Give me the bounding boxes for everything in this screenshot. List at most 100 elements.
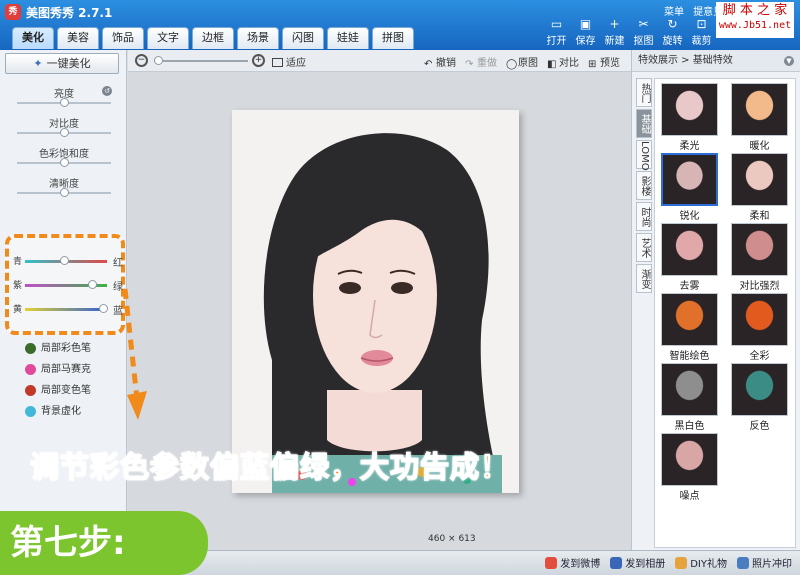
color-slider-1[interactable]: 青红: [13, 254, 123, 269]
vtab-3[interactable]: LOMO: [636, 140, 652, 171]
edit-button-4[interactable]: ◧ 对比: [547, 54, 579, 70]
effects-breadcrumb: 特效展示 > 基础特效 ▼: [632, 50, 800, 72]
brush-item-4[interactable]: 背景虚化: [25, 401, 91, 422]
tab-1[interactable]: 美化: [12, 27, 54, 49]
slider-knob[interactable]: [60, 188, 69, 197]
edit-button-2[interactable]: ↷ 重做: [465, 54, 497, 70]
tool-button-6[interactable]: ⊡ 裁剪: [687, 16, 716, 47]
edit-button-label: 撤销: [436, 58, 456, 69]
toolbar: ▭ 打开 ▣ 保存 + 新建 ✂ 抠图 ↻ 旋转 ⊡ 裁剪: [542, 16, 716, 47]
adjust-slider-4[interactable]: [17, 188, 111, 197]
color-slider-knob[interactable]: [60, 256, 70, 265]
color-slider-knob[interactable]: [88, 280, 98, 289]
brush-item-3[interactable]: 局部变色笔: [25, 380, 91, 401]
effect-thumb-10[interactable]: 反色: [731, 363, 788, 432]
tab-4[interactable]: 文字: [147, 27, 189, 49]
vtab-1[interactable]: 热门: [636, 78, 652, 107]
vtab-4[interactable]: 影楼: [636, 171, 652, 200]
brush-label: 背景虚化: [41, 406, 81, 417]
zoom-slider[interactable]: [154, 56, 248, 65]
brush-list: 局部彩色笔局部马赛克局部变色笔背景虚化: [25, 338, 91, 422]
image-dimensions: 460 × 613: [428, 534, 476, 544]
tool-label: 裁剪: [691, 36, 712, 47]
zoom-in-icon[interactable]: +: [252, 54, 265, 67]
status-link-2[interactable]: 发到相册: [610, 555, 665, 570]
tool-label: 旋转: [662, 36, 683, 47]
tool-button-2[interactable]: ▣ 保存: [571, 16, 600, 47]
effect-thumb-3[interactable]: 锐化: [661, 153, 718, 222]
zoom-slider-knob[interactable]: [154, 56, 163, 65]
redo-icon: ↷: [465, 59, 474, 70]
effect-label: 智能绘色: [669, 351, 710, 362]
zoom-out-icon[interactable]: −: [135, 54, 148, 67]
color-slider-3[interactable]: 黄蓝: [13, 302, 123, 317]
annotation-arrow: [122, 288, 147, 420]
vtab-5[interactable]: 时尚: [636, 202, 652, 231]
edit-button-1[interactable]: ↶ 撤销: [424, 54, 456, 70]
tool-button-3[interactable]: + 新建: [600, 16, 629, 47]
edit-button-label: 预览: [600, 58, 620, 69]
effect-thumb-1[interactable]: 柔光: [661, 83, 718, 152]
share-icon: [675, 557, 688, 569]
color-slider-track[interactable]: [25, 280, 107, 289]
tool-button-4[interactable]: ✂ 抠图: [629, 16, 658, 47]
effect-thumb-4[interactable]: 柔和: [731, 153, 788, 222]
effect-thumb-11[interactable]: 噪点: [661, 433, 718, 502]
original-icon: ◯: [506, 59, 518, 70]
fit-button[interactable]: 适应: [272, 54, 306, 69]
effect-label: 去雾: [679, 281, 700, 292]
adjust-slider-2[interactable]: [17, 128, 111, 137]
chevron-down-icon[interactable]: ▼: [784, 56, 794, 66]
effect-thumb-9[interactable]: 黑白色: [661, 363, 718, 432]
effect-thumb-6[interactable]: 对比强烈: [731, 223, 788, 292]
edit-button-label: 原图: [518, 58, 538, 69]
color-slider-knob[interactable]: [98, 304, 108, 313]
brush-item-2[interactable]: 局部马赛克: [25, 359, 91, 380]
rotate-icon: ↻: [667, 17, 678, 31]
effect-label: 反色: [749, 421, 770, 432]
effect-thumb-5[interactable]: 去雾: [661, 223, 718, 292]
effect-thumb-8[interactable]: 全彩: [731, 293, 788, 362]
slider-knob[interactable]: [60, 128, 69, 137]
share-icon: [737, 557, 749, 569]
effect-thumb-7[interactable]: 智能绘色: [661, 293, 718, 362]
slider-knob[interactable]: [60, 158, 69, 167]
tab-8[interactable]: 娃娃: [327, 27, 369, 49]
share-icon: [545, 557, 558, 569]
status-link-label: DIY礼物: [690, 559, 727, 570]
status-link-3[interactable]: DIY礼物: [675, 555, 727, 570]
main-tabs: 美化 美容 饰品 文字 边框 场景 闪图 娃娃 拼图: [12, 25, 414, 49]
adjust-slider-3[interactable]: [17, 158, 111, 167]
status-link-4[interactable]: 照片冲印: [737, 555, 792, 570]
brush-item-1[interactable]: 局部彩色笔: [25, 338, 91, 359]
tool-button-1[interactable]: ▭ 打开: [542, 16, 571, 47]
edit-button-5[interactable]: ⊞ 预览: [588, 54, 620, 70]
status-link-1[interactable]: 发到微博: [545, 555, 600, 570]
tab-5[interactable]: 边框: [192, 27, 234, 49]
effect-preview: [731, 223, 788, 276]
title-bar: 秀 美图秀秀 2.7.1 菜单 提意见 脚 本 之 家 www.Jb51.net…: [0, 0, 800, 50]
fit-icon: [272, 58, 283, 67]
tab-2[interactable]: 美容: [57, 27, 99, 49]
edit-button-3[interactable]: ◯原图: [506, 54, 538, 70]
tool-button-5[interactable]: ↻ 旋转: [658, 16, 687, 47]
adjust-slider-1[interactable]: [17, 98, 111, 107]
slider-knob[interactable]: [60, 98, 69, 107]
vtab-2[interactable]: 基础: [636, 109, 652, 138]
tab-6[interactable]: 场景: [237, 27, 279, 49]
tab-7[interactable]: 闪图: [282, 27, 324, 49]
vtab-7[interactable]: 渐变: [636, 264, 652, 293]
color-slider-track[interactable]: [25, 256, 107, 265]
tab-3[interactable]: 饰品: [102, 27, 144, 49]
effect-preview: [731, 363, 788, 416]
app-logo: 秀: [5, 4, 21, 20]
one-key-beautify-button[interactable]: ✦ 一键美化: [5, 53, 119, 74]
color-slider-track[interactable]: [25, 304, 108, 313]
brush-label: 局部马赛克: [41, 364, 91, 375]
effect-thumb-2[interactable]: 暖化: [731, 83, 788, 152]
color-slider-left-label: 紫: [13, 281, 23, 291]
tab-9[interactable]: 拼图: [372, 27, 414, 49]
tool-label: 保存: [575, 36, 596, 47]
vtab-6[interactable]: 艺术: [636, 233, 652, 262]
color-slider-2[interactable]: 紫绿: [13, 278, 123, 293]
